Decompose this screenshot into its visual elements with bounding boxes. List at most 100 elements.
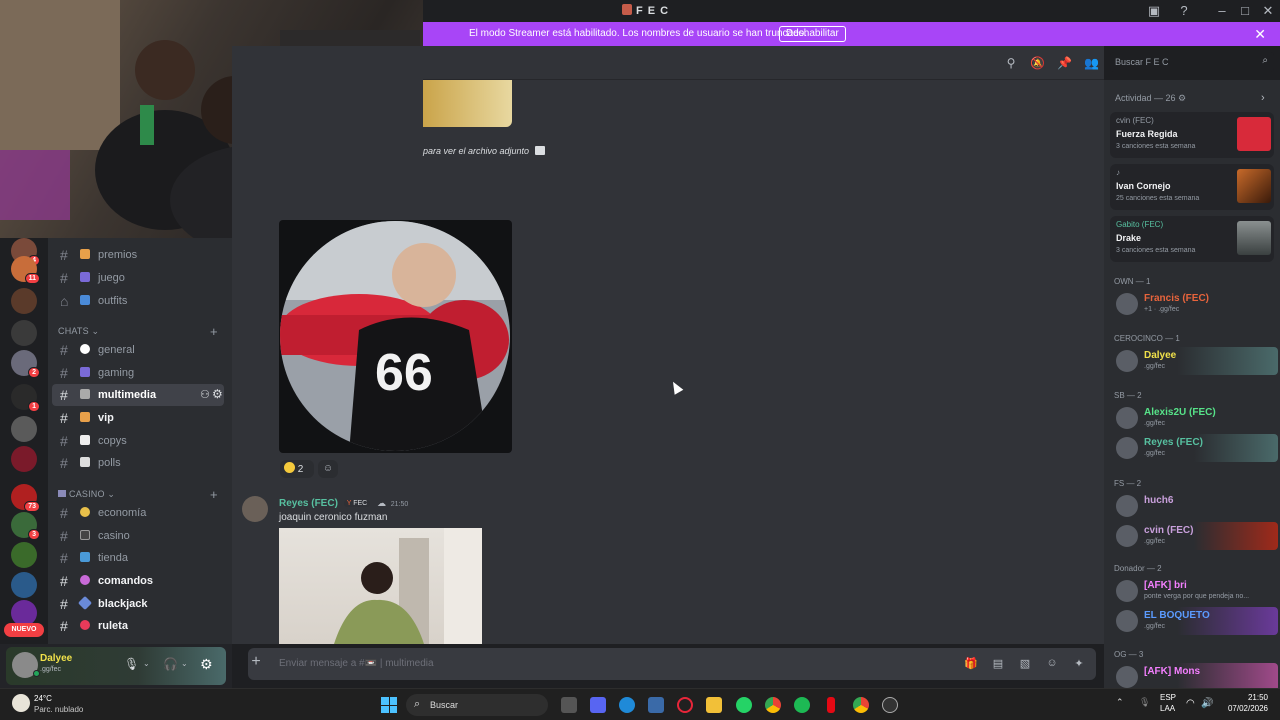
- headphones-icon[interactable]: 🎧: [163, 657, 178, 671]
- banner-close-icon[interactable]: ✕: [1254, 26, 1266, 43]
- avatar[interactable]: [242, 496, 268, 522]
- member-item[interactable]: EL BOQUETO .gg/fec: [1110, 607, 1278, 635]
- close-window-button[interactable]: ✕: [1260, 3, 1276, 19]
- channel-item[interactable]: # ruleta: [52, 615, 224, 637]
- opera-icon[interactable]: [677, 697, 693, 713]
- language-code[interactable]: ESP: [1160, 693, 1176, 702]
- server-icon[interactable]: 3: [11, 512, 40, 540]
- pin-icon[interactable]: 📌: [1057, 56, 1072, 70]
- activity-card[interactable]: ♪ Ivan Cornejo 25 canciones esta semana: [1110, 164, 1274, 210]
- notification-muted-icon[interactable]: 🔕: [1030, 56, 1045, 70]
- gif-icon[interactable]: ▤: [991, 657, 1005, 671]
- username[interactable]: Dalyee: [40, 653, 72, 664]
- maximize-button[interactable]: □: [1237, 3, 1253, 19]
- activity-card[interactable]: Gabito (FEC) Drake 3 canciones esta sema…: [1110, 216, 1274, 262]
- channel-item[interactable]: # blackjack: [52, 593, 224, 615]
- channel-item[interactable]: # comandos: [52, 570, 224, 592]
- add-attachment-icon[interactable]: +: [248, 653, 264, 671]
- member-item[interactable]: huch6: [1110, 492, 1278, 520]
- help-icon[interactable]: ?: [1176, 3, 1192, 19]
- gear-icon[interactable]: ⚙: [1178, 93, 1186, 103]
- category-chats[interactable]: CHATS ⌄ +: [58, 324, 218, 339]
- add-channel-icon[interactable]: +: [210, 487, 218, 502]
- channel-item-active[interactable]: # multimedia ⚇ ⚙: [52, 384, 224, 406]
- channel-item[interactable]: # copys: [52, 430, 224, 452]
- server-icon[interactable]: 73: [11, 484, 40, 512]
- category-casino[interactable]: CASINO ⌄ +: [58, 487, 218, 502]
- weather-temp[interactable]: 24°C: [34, 694, 52, 703]
- channel-item[interactable]: # tienda: [52, 547, 224, 569]
- member-item[interactable]: Alexis2U (FEC) .gg/fec: [1110, 404, 1278, 432]
- chrome-icon[interactable]: [853, 697, 869, 713]
- app-icon[interactable]: [882, 697, 898, 713]
- channel-item[interactable]: # gaming: [52, 362, 224, 384]
- server-icon[interactable]: [11, 288, 37, 314]
- weather-icon[interactable]: [12, 694, 30, 712]
- audio-options-chevron-icon[interactable]: ⌄: [181, 659, 188, 668]
- message-author[interactable]: Reyes (FEC): [279, 498, 338, 509]
- gift-icon[interactable]: 🎁: [964, 657, 978, 671]
- chrome-icon[interactable]: [765, 697, 781, 713]
- server-icon[interactable]: [11, 542, 37, 568]
- chevron-up-icon[interactable]: ⌃: [1116, 697, 1124, 708]
- activity-card[interactable]: cvin (FEC) Fuerza Regida 3 canciones est…: [1110, 112, 1274, 158]
- microphone-icon[interactable]: 🎙: [1139, 697, 1150, 708]
- volume-icon[interactable]: 🔊: [1201, 698, 1213, 709]
- member-list-icon[interactable]: 👥: [1084, 56, 1099, 70]
- previous-image-attachment[interactable]: [423, 80, 512, 127]
- channel-item[interactable]: # juego: [52, 267, 224, 289]
- clock-date[interactable]: 07/02/2026: [1224, 704, 1268, 713]
- keyboard-layout[interactable]: LAA: [1160, 704, 1175, 713]
- apps-icon[interactable]: ✦: [1072, 657, 1086, 671]
- add-channel-icon[interactable]: +: [210, 324, 218, 339]
- image-attachment[interactable]: 66: [279, 220, 512, 453]
- reaction-button[interactable]: 2: [280, 460, 314, 478]
- server-icon[interactable]: 2: [11, 350, 40, 378]
- search-input[interactable]: Buscar F E C ⌕: [1110, 52, 1274, 72]
- spotify-icon[interactable]: [794, 697, 810, 713]
- member-item[interactable]: Reyes (FEC) .gg/fec: [1110, 434, 1278, 462]
- server-icon[interactable]: [11, 572, 37, 598]
- start-windows-icon[interactable]: [381, 697, 397, 713]
- inbox-icon[interactable]: ▣: [1146, 3, 1162, 19]
- image-attachment[interactable]: [279, 528, 482, 644]
- channel-item[interactable]: # polls: [52, 452, 224, 474]
- sticker-icon[interactable]: ▧: [1018, 657, 1032, 671]
- edge-icon[interactable]: [619, 697, 635, 713]
- member-item[interactable]: Francis (FEC) +1 · .gg/fec: [1110, 290, 1278, 318]
- new-badge[interactable]: NUEVO: [4, 623, 44, 637]
- invite-icon[interactable]: ⚇: [200, 388, 210, 401]
- server-icon[interactable]: [11, 416, 37, 442]
- minimize-button[interactable]: –: [1214, 3, 1230, 19]
- channel-item[interactable]: # general: [52, 339, 224, 361]
- member-item[interactable]: [AFK] Mons: [1110, 663, 1278, 688]
- user-settings-gear-icon[interactable]: ⚙: [200, 656, 213, 673]
- microphone-icon[interactable]: 🎙: [124, 657, 139, 671]
- channel-item[interactable]: ⌂ outfits: [52, 290, 224, 312]
- task-view-icon[interactable]: [561, 697, 577, 713]
- chevron-right-icon[interactable]: ›: [1261, 92, 1265, 104]
- message-composer[interactable]: + Enviar mensaje a #📼 | multimedia 🎁 ▤ ▧…: [248, 648, 1096, 680]
- channel-item[interactable]: # premios: [52, 244, 224, 266]
- netflix-icon[interactable]: [827, 697, 835, 713]
- member-item[interactable]: Dalyee .gg/fec: [1110, 347, 1278, 375]
- threads-icon[interactable]: ⚲: [1004, 56, 1018, 70]
- server-icon[interactable]: [11, 446, 37, 472]
- channel-item[interactable]: # vip: [52, 407, 224, 429]
- discord-icon[interactable]: [590, 697, 606, 713]
- add-reaction-icon[interactable]: ☺: [318, 460, 338, 478]
- taskbar-search[interactable]: ⌕ Buscar: [406, 694, 548, 716]
- whatsapp-icon[interactable]: [736, 697, 752, 713]
- wifi-icon[interactable]: ◠: [1186, 698, 1195, 709]
- server-icon[interactable]: 11: [11, 256, 40, 284]
- member-item[interactable]: cvin (FEC) .gg/fec: [1110, 522, 1278, 550]
- disable-streamer-button[interactable]: Deshabilitar: [779, 26, 846, 42]
- emoji-icon[interactable]: ☺: [1045, 657, 1059, 671]
- mic-options-chevron-icon[interactable]: ⌄: [143, 659, 150, 668]
- weather-desc[interactable]: Parc. nublado: [34, 705, 83, 714]
- file-explorer-icon[interactable]: [706, 697, 722, 713]
- image-icon[interactable]: [534, 146, 545, 155]
- server-icon[interactable]: 1: [11, 384, 40, 412]
- clock-time[interactable]: 21:50: [1224, 693, 1268, 702]
- settings-icon[interactable]: ⚙: [212, 387, 223, 401]
